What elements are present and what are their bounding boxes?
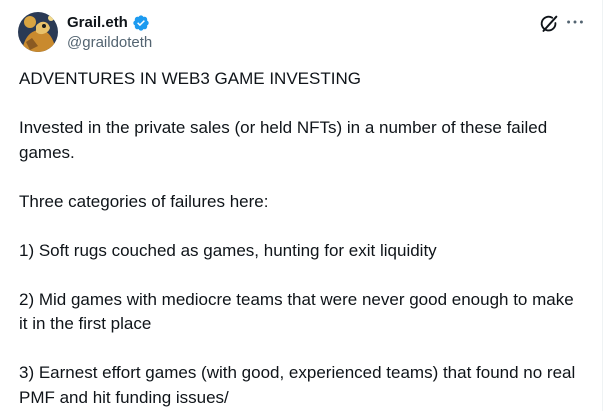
display-name[interactable]: Grail.eth — [67, 13, 128, 33]
author-handle[interactable]: @graildoteth — [67, 33, 152, 53]
post-paragraph: ADVENTURES IN WEB3 GAME INVESTING — [19, 69, 361, 88]
post-paragraph: Invested in the private sales (or held N… — [19, 118, 548, 162]
avatar[interactable] — [18, 12, 58, 52]
post-paragraph: 2) Mid games with mediocre teams that we… — [19, 289, 574, 334]
verified-badge-icon — [132, 14, 150, 32]
post-paragraph: Three categories of failures here: — [19, 191, 269, 211]
post-paragraph: 1) Soft rugs couched as games, hunting f… — [19, 240, 437, 260]
more-options-icon[interactable] — [564, 11, 586, 33]
post-card: Grail.eth @graildoteth ADVENTURES IN WEB… — [0, 0, 603, 411]
post-text: ADVENTURES IN WEB3 GAME INVESTING Invest… — [19, 67, 579, 410]
grok-icon[interactable] — [538, 13, 560, 35]
author-name-row: Grail.eth — [67, 13, 150, 33]
post-paragraph: 3) Earnest effort games (with good, expe… — [19, 363, 576, 407]
